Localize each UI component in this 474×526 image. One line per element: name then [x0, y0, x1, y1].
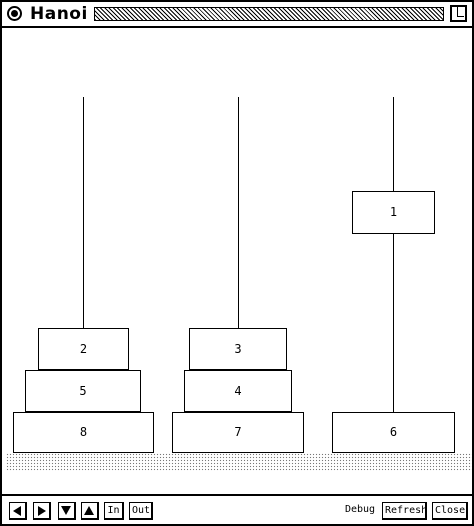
disk-label: 7: [234, 425, 242, 439]
disk-label: 1: [389, 205, 398, 219]
left-arrow-icon: [13, 506, 21, 516]
disk-label: 6: [389, 425, 398, 439]
close-button[interactable]: Close: [432, 502, 468, 520]
ground-base: [6, 453, 472, 471]
disk[interactable]: 7: [172, 412, 304, 453]
step-back-button[interactable]: [9, 502, 27, 520]
zoom-box-icon[interactable]: [450, 5, 467, 22]
disk[interactable]: 6: [332, 412, 455, 453]
disk[interactable]: 1: [352, 191, 435, 234]
title-bar[interactable]: Hanoi: [2, 2, 472, 28]
disk-label: 3: [234, 342, 242, 356]
disk[interactable]: 5: [25, 370, 141, 412]
hanoi-canvas[interactable]: 2 5 8 3 4 7 1 6: [2, 30, 472, 494]
refresh-button[interactable]: Refresh: [382, 502, 427, 520]
disk[interactable]: 2: [38, 328, 129, 370]
bottom-toolbar: In Out Debug Refresh Close: [2, 494, 472, 524]
step-down-button[interactable]: [58, 502, 76, 520]
close-box-icon[interactable]: [7, 6, 22, 21]
disk-label: 4: [234, 384, 242, 398]
right-arrow-icon: [38, 506, 46, 516]
disk[interactable]: 8: [13, 412, 154, 453]
step-forward-button[interactable]: [33, 502, 51, 520]
out-button[interactable]: Out: [129, 502, 153, 520]
disk-label: 2: [79, 342, 88, 356]
title-bar-stripes[interactable]: [94, 7, 444, 21]
debug-button[interactable]: Debug: [342, 502, 378, 520]
hanoi-window: Hanoi 2 5 8 3 4 7 1 6 In Out Debug Refre…: [0, 0, 474, 526]
disk[interactable]: 3: [189, 328, 287, 370]
down-arrow-icon: [61, 506, 71, 515]
up-arrow-icon: [84, 506, 94, 515]
window-title: Hanoi: [30, 4, 88, 24]
disk[interactable]: 4: [184, 370, 292, 412]
step-up-button[interactable]: [81, 502, 99, 520]
disk-label: 8: [79, 425, 88, 439]
in-button[interactable]: In: [104, 502, 124, 520]
disk-label: 5: [79, 384, 87, 398]
peg-right: [393, 97, 394, 412]
